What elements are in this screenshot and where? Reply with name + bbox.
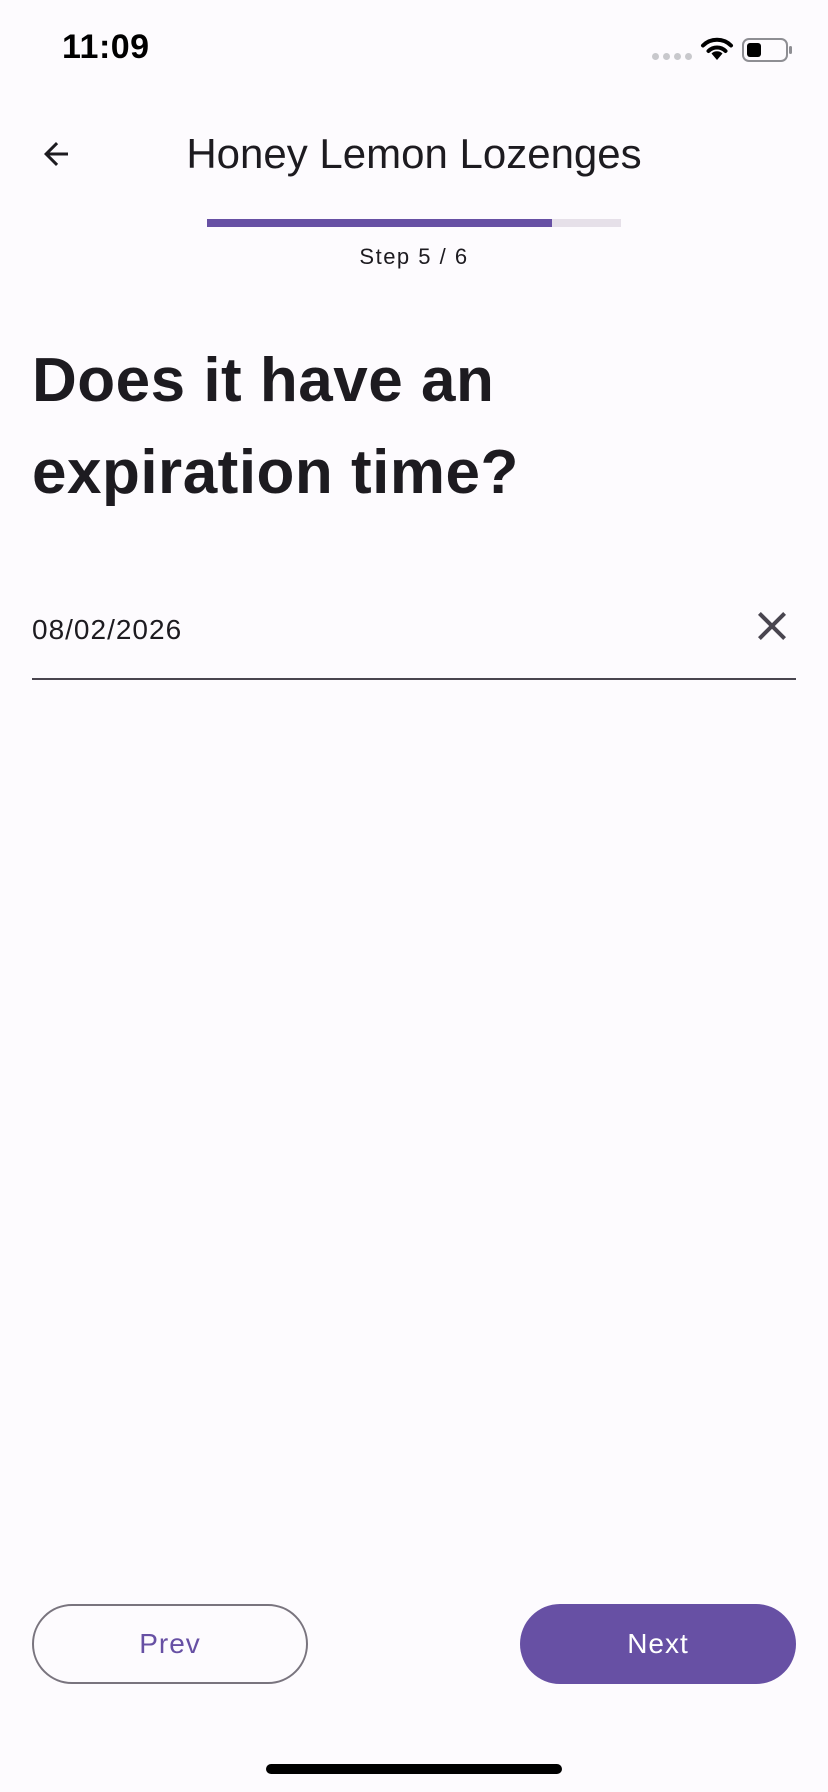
status-bar: 11:09	[0, 0, 828, 100]
status-time: 11:09	[62, 28, 150, 66]
back-button[interactable]	[24, 122, 88, 186]
clear-date-button[interactable]	[748, 602, 796, 650]
next-button[interactable]: Next	[520, 1604, 796, 1684]
battery-icon	[742, 38, 792, 62]
question-heading: Does it have an expiration time?	[32, 346, 519, 507]
expiration-date-value[interactable]: 08/02/2026	[32, 614, 182, 646]
step-progress-fill	[207, 219, 552, 227]
step-label: Step 5 / 6	[359, 244, 469, 269]
app-bar: Honey Lemon Lozenges	[0, 110, 828, 200]
arrow-back-icon	[44, 142, 68, 166]
cellular-signal-icon	[652, 53, 692, 60]
prev-button[interactable]: Prev	[32, 1604, 308, 1684]
expiration-date-field[interactable]: 08/02/2026	[32, 590, 796, 680]
home-indicator	[266, 1764, 562, 1774]
close-icon	[758, 612, 786, 640]
wifi-icon	[701, 37, 733, 60]
page-title: Honey Lemon Lozenges	[186, 130, 642, 177]
step-progress-bar	[207, 219, 621, 227]
